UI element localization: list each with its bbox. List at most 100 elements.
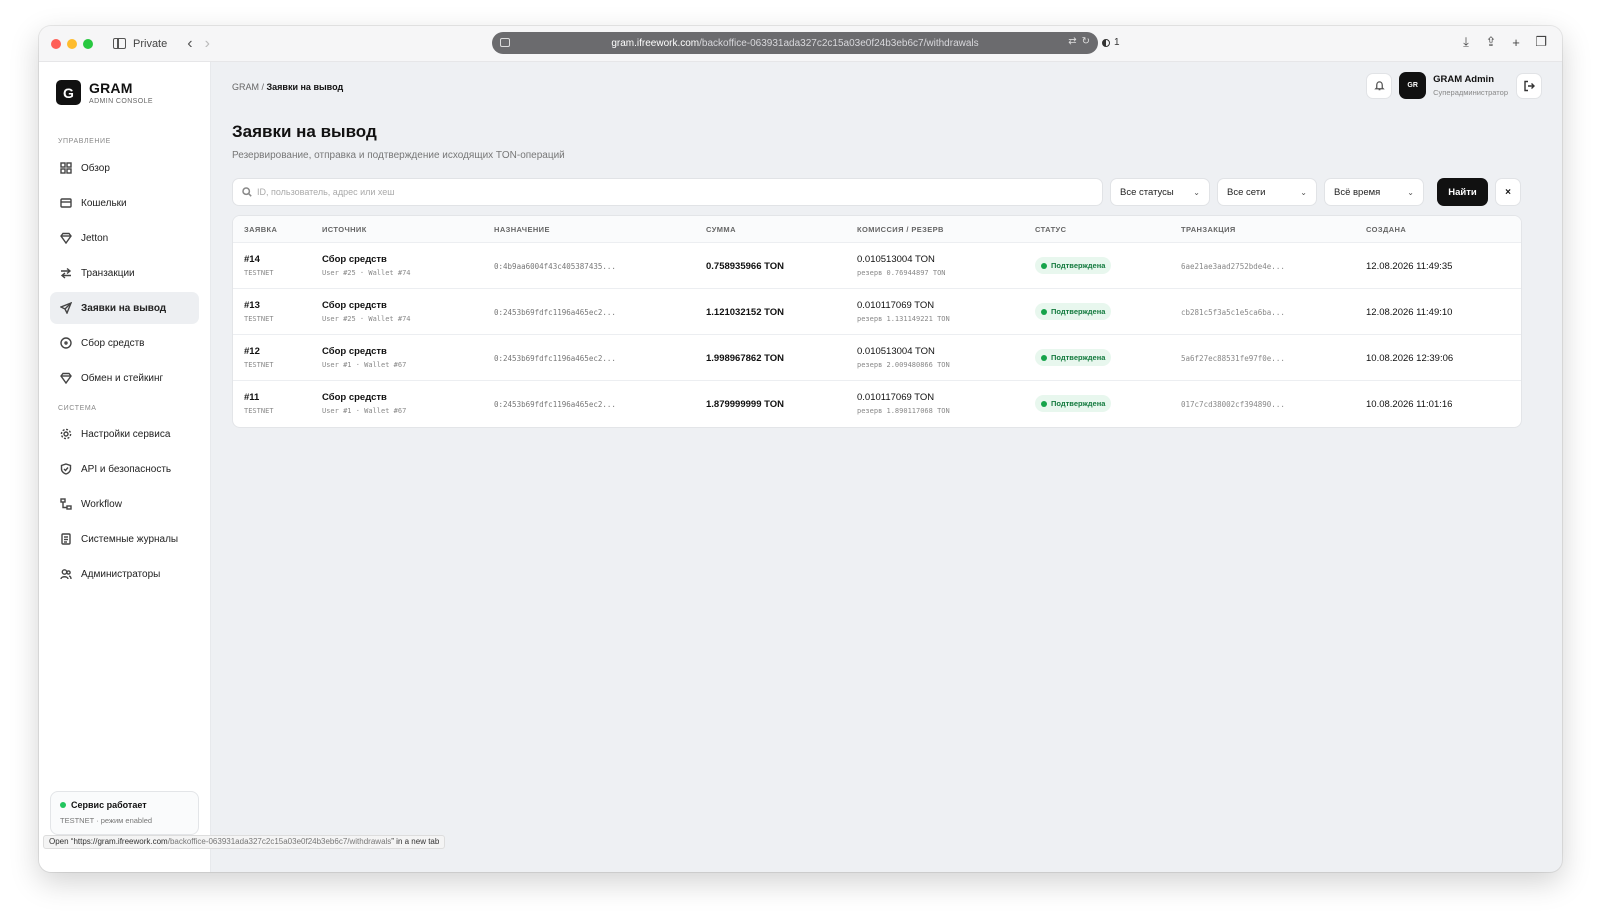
- url-host: gram.ifreework.com: [611, 37, 700, 49]
- notifications-button[interactable]: [1366, 72, 1393, 99]
- table-row[interactable]: #13 TESTNET Сбор средств User #25 · Wall…: [233, 289, 1521, 335]
- amount: 1.879999999 TON: [706, 399, 784, 410]
- created-date: 10.08.2026 12:39:06: [1366, 353, 1454, 364]
- table-row[interactable]: #11 TESTNET Сбор средств User #1 · Walle…: [233, 381, 1521, 427]
- status-text: Подтверждена: [1051, 353, 1106, 362]
- private-label: Private: [133, 37, 168, 50]
- search-box[interactable]: [232, 178, 1103, 206]
- sidebar-toggle-icon[interactable]: [113, 38, 126, 49]
- status-filter-value: Все статусы: [1120, 186, 1174, 198]
- sidebar-item-overview[interactable]: Обзор: [50, 152, 199, 184]
- page-settings-icon[interactable]: [500, 38, 510, 47]
- reserve: резерв 0.76944897 TON: [857, 269, 946, 277]
- user-area: GR GRAM Admin Суперадминистратор: [1366, 72, 1542, 99]
- request-id[interactable]: #12: [244, 346, 274, 357]
- request-id[interactable]: #14: [244, 254, 274, 265]
- source-sub: User #1 · Wallet #67: [322, 407, 407, 415]
- source-title: Сбор средств: [322, 254, 387, 265]
- table-row[interactable]: #14 TESTNET Сбор средств User #25 · Wall…: [233, 243, 1521, 289]
- brand-logo[interactable]: G GRAM ADMIN CONSOLE: [56, 80, 153, 105]
- brand-subtitle: ADMIN CONSOLE: [89, 98, 153, 105]
- destination-address[interactable]: 0:4b9aa6004f43c405387435...: [494, 262, 616, 271]
- status-text: Подтверждена: [1051, 307, 1106, 316]
- source-sub: User #25 · Wallet #74: [322, 315, 411, 323]
- col-header-transaction[interactable]: ТРАНЗАКЦИЯ: [1181, 225, 1236, 234]
- destination-address[interactable]: 0:2453b69fdfc1196a465ec2...: [494, 400, 616, 409]
- translate-icon[interactable]: ⇄: [1068, 36, 1076, 47]
- circle-icon: [60, 337, 72, 349]
- sidebar-item-swap-staking[interactable]: Обмен и стейкинг: [50, 362, 199, 394]
- new-tab-icon[interactable]: +: [1509, 35, 1523, 50]
- close-window-button[interactable]: [51, 38, 61, 49]
- sidebar-item-workflow[interactable]: Workflow: [50, 488, 199, 520]
- url-path: /backoffice-063931ada327c2c15a03e0f24b3e…: [699, 37, 979, 49]
- link-hover-status: Open “https://gram.ifreework.com/backoff…: [43, 835, 446, 849]
- section-system-label: СИСТЕМА: [58, 405, 97, 412]
- sidebar-item-service-settings[interactable]: Настройки сервиса: [50, 418, 199, 450]
- period-filter-select[interactable]: Всё время ⌄: [1324, 178, 1424, 206]
- created-date: 12.08.2026 11:49:35: [1366, 261, 1453, 272]
- sidebar-item-label: Сбор средств: [81, 337, 145, 349]
- service-status-card: Сервис работает TESTNET · режим enabled: [50, 791, 199, 835]
- created-date: 10.08.2026 11:01:16: [1366, 399, 1453, 410]
- source-sub: User #25 · Wallet #74: [322, 269, 411, 277]
- transaction-hash[interactable]: 017c7cd38002cf394890...: [1181, 400, 1285, 409]
- sidebar-item-system-logs[interactable]: Системные журналы: [50, 523, 199, 555]
- zoom-window-button[interactable]: [83, 38, 93, 49]
- bell-icon: [1373, 81, 1385, 91]
- col-header-request[interactable]: ЗАЯВКА: [244, 225, 277, 234]
- sidebar-item-admins[interactable]: Администраторы: [50, 558, 199, 590]
- clear-filters-button[interactable]: ×: [1495, 178, 1521, 206]
- avatar[interactable]: GR: [1399, 72, 1427, 99]
- sidebar-item-jetton[interactable]: Jetton: [50, 222, 199, 254]
- status-filter-select[interactable]: Все статусы ⌄: [1110, 178, 1210, 206]
- logout-button[interactable]: [1516, 72, 1542, 99]
- transaction-hash[interactable]: cb281c5f3a5c1e5ca6ba...: [1181, 308, 1285, 317]
- reload-icon[interactable]: ↻: [1082, 36, 1090, 47]
- main-content: GRAM / Заявки на вывод GR GRAM Admin Суп…: [212, 62, 1562, 872]
- transaction-hash[interactable]: 6ae21ae3aad2752bde4e...: [1181, 262, 1285, 271]
- breadcrumb: GRAM / Заявки на вывод: [232, 82, 343, 92]
- diamond-icon: [60, 372, 72, 384]
- status-dot-icon: [1041, 354, 1047, 361]
- sidebar-item-collection[interactable]: Сбор средств: [50, 327, 199, 359]
- logo-mark: G: [56, 80, 81, 105]
- col-header-amount[interactable]: СУММА: [706, 225, 736, 234]
- forward-icon[interactable]: ›: [205, 35, 210, 52]
- destination-address[interactable]: 0:2453b69fdfc1196a465ec2...: [494, 308, 616, 317]
- sidebar-item-label: Заявки на вывод: [81, 302, 167, 314]
- destination-address[interactable]: 0:2453b69fdfc1196a465ec2...: [494, 354, 616, 363]
- col-header-created[interactable]: СОЗДАНА: [1366, 225, 1406, 234]
- transaction-hash[interactable]: 5a6f27ec88531fe97f0e...: [1181, 354, 1285, 363]
- address-bar[interactable]: gram.ifreework.com/backoffice-063931ada3…: [492, 32, 1098, 54]
- col-header-fee[interactable]: КОМИССИЯ / РЕЗЕРВ: [857, 225, 944, 234]
- search-input[interactable]: [257, 187, 1057, 197]
- breadcrumb-root[interactable]: GRAM /: [232, 82, 264, 92]
- tabs-overview-icon[interactable]: ❐: [1534, 34, 1548, 49]
- sidebar-item-wallets[interactable]: Кошельки: [50, 187, 199, 219]
- sidebar-item-withdrawals[interactable]: Заявки на вывод: [50, 292, 199, 324]
- fee: 0.010513004 TON: [857, 346, 935, 357]
- table-row[interactable]: #12 TESTNET Сбор средств User #1 · Walle…: [233, 335, 1521, 381]
- network-filter-select[interactable]: Все сети ⌄: [1217, 178, 1317, 206]
- sidebar-item-transactions[interactable]: Транзакции: [50, 257, 199, 289]
- sidebar-item-api-security[interactable]: API и безопасность: [50, 453, 199, 485]
- download-icon[interactable]: ⤓: [1459, 34, 1473, 49]
- created-date: 12.08.2026 11:49:10: [1366, 307, 1453, 318]
- withdrawals-table: ЗАЯВКА ИСТОЧНИК НАЗНАЧЕНИЕ СУММА КОМИССИ…: [232, 215, 1522, 428]
- minimize-window-button[interactable]: [67, 38, 77, 49]
- breadcrumb-current: Заявки на вывод: [266, 82, 344, 92]
- request-id[interactable]: #11: [244, 392, 274, 403]
- sidebar-item-label: Администраторы: [81, 568, 161, 580]
- extension-button[interactable]: 1: [1102, 37, 1120, 48]
- col-header-source[interactable]: ИСТОЧНИК: [322, 225, 367, 234]
- back-icon[interactable]: ‹: [187, 35, 192, 52]
- source-title: Сбор средств: [322, 300, 387, 311]
- sidebar-item-label: Обзор: [81, 162, 110, 174]
- request-id[interactable]: #13: [244, 300, 274, 311]
- col-header-status[interactable]: СТАТУС: [1035, 225, 1066, 234]
- col-header-destination[interactable]: НАЗНАЧЕНИЕ: [494, 225, 550, 234]
- find-button[interactable]: Найти: [1437, 178, 1488, 206]
- share-icon[interactable]: ⇪: [1484, 34, 1498, 49]
- search-icon: [242, 187, 252, 197]
